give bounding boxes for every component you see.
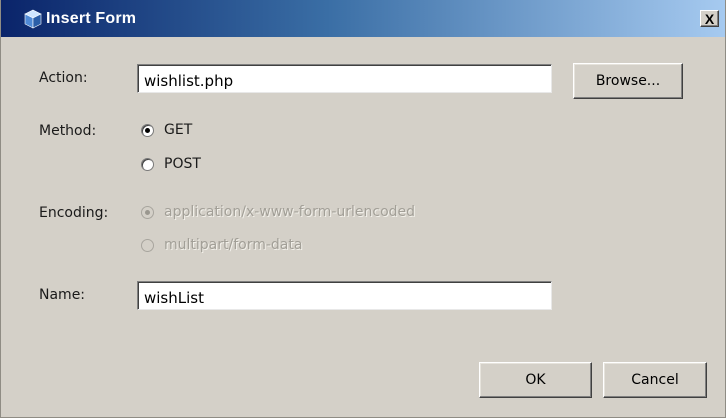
method-get-option[interactable]: GET xyxy=(141,122,192,138)
encoding-multipart-radio xyxy=(141,238,154,252)
encoding-urlencoded-radio xyxy=(141,205,154,219)
encoding-urlencoded-label: application/x-www-form-urlencoded xyxy=(164,204,416,220)
name-label: Name: xyxy=(39,287,86,303)
name-input[interactable] xyxy=(137,281,552,310)
cancel-button[interactable]: Cancel xyxy=(603,362,707,398)
dialog-title: Insert Form xyxy=(46,9,137,27)
encoding-urlencoded-option: application/x-www-form-urlencoded xyxy=(141,204,415,220)
encoding-label: Encoding: xyxy=(39,205,109,221)
method-get-label: GET xyxy=(164,122,193,138)
encoding-multipart-option: multipart/form-data xyxy=(141,237,302,253)
method-get-radio[interactable] xyxy=(141,123,154,137)
close-icon: X xyxy=(704,11,715,27)
method-post-label: POST xyxy=(164,156,201,172)
browse-button[interactable]: Browse... xyxy=(573,63,683,99)
method-label: Method: xyxy=(39,123,97,139)
encoding-multipart-label: multipart/form-data xyxy=(164,237,303,253)
ok-button[interactable]: OK xyxy=(479,362,592,398)
insert-form-dialog: Insert Form X Action: Browse... Method: … xyxy=(0,0,726,418)
title-bar[interactable]: Insert Form X xyxy=(1,0,725,37)
close-button[interactable]: X xyxy=(700,10,719,27)
action-input[interactable] xyxy=(137,64,552,93)
method-post-option[interactable]: POST xyxy=(141,156,201,172)
cube-icon xyxy=(23,8,43,30)
method-post-radio[interactable] xyxy=(141,157,154,171)
action-label: Action: xyxy=(39,70,88,86)
